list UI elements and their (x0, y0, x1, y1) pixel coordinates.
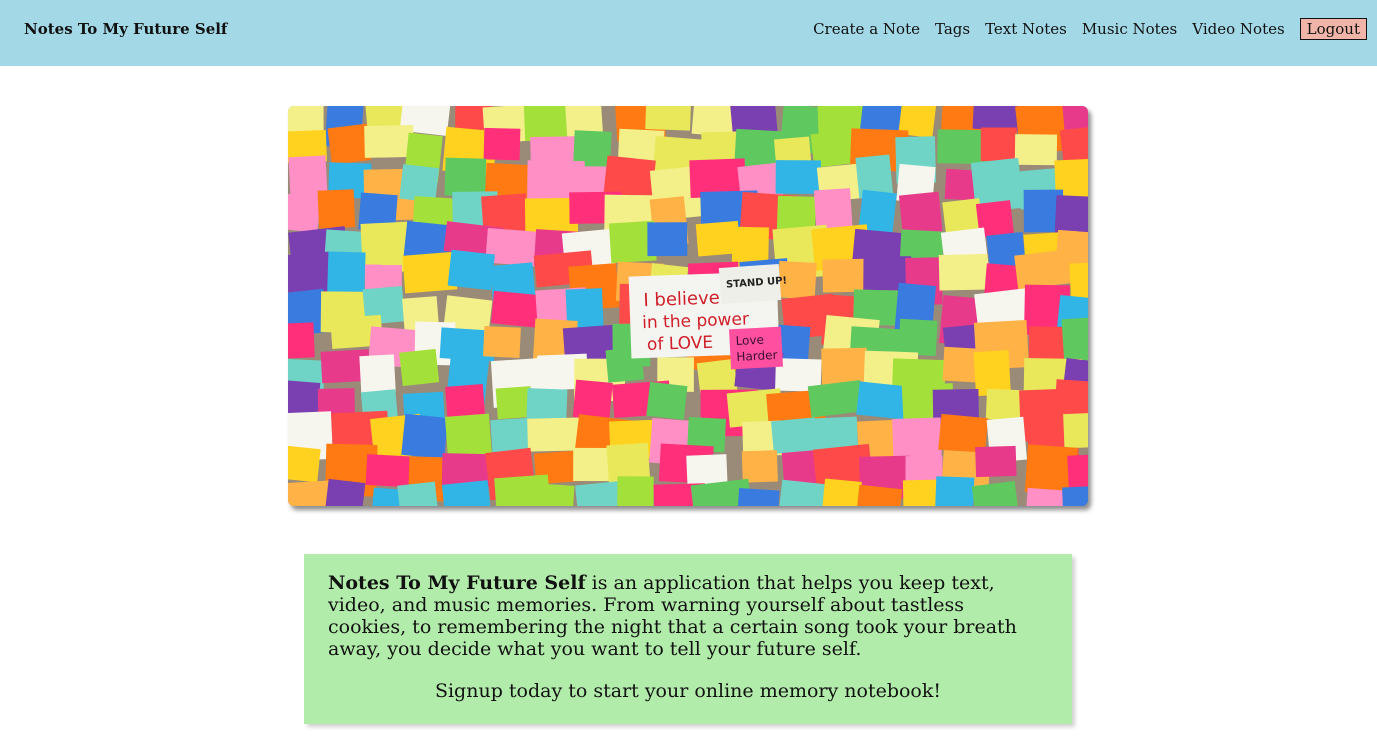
sticky-note-shape (647, 222, 688, 257)
sticky-note-shape (942, 198, 983, 233)
nav-music-notes[interactable]: Music Notes (1082, 20, 1177, 38)
intro-tagline: Signup today to start your online memory… (434, 680, 942, 702)
sticky-note-shape (572, 379, 613, 421)
sticky-note-shape (527, 417, 582, 452)
sticky-note-shape (401, 413, 449, 460)
sticky-note-shape (444, 157, 487, 197)
nav-create-note[interactable]: Create a Note (813, 20, 920, 38)
sticky-note-shape (526, 482, 575, 506)
center-note-line-1: I believe (643, 287, 720, 311)
intro-description: Notes To My Future Self is an applicatio… (328, 572, 1048, 660)
logout-button[interactable]: Logout (1299, 18, 1367, 40)
sticky-note-shape (646, 381, 688, 420)
stand-up-note: STAND UP! (718, 263, 787, 305)
sticky-note-shape (317, 189, 356, 229)
sticky-note-shape (934, 476, 975, 506)
sticky-note-shape (365, 454, 416, 488)
love-harder-note: Love Harder (728, 326, 784, 370)
sticky-note-shape (813, 188, 853, 231)
sticky-note-shape (856, 381, 908, 420)
sticky-note-shape (523, 106, 573, 141)
sticky-note-shape (1014, 248, 1076, 290)
brand-link[interactable]: Notes To My Future Self (24, 20, 227, 38)
sticky-note-shape (892, 417, 942, 460)
sticky-note-shape (741, 450, 778, 483)
nav-text-notes[interactable]: Text Notes (985, 20, 1067, 38)
sticky-note-shape (1062, 485, 1088, 506)
sticky-note-shape (980, 127, 1017, 162)
sticky-note-shape (288, 322, 315, 359)
love-harder-line-2: Harder (736, 348, 778, 364)
center-note-line-3: of LOVE (647, 333, 714, 355)
sticky-note-shape (1014, 134, 1058, 166)
sticky-notes-wall-photo: I believe in the power of LOVE STAND UP!… (288, 106, 1088, 506)
sticky-notes-hero-image: I believe in the power of LOVE STAND UP!… (288, 106, 1088, 506)
sticky-note-shape (483, 127, 521, 161)
sticky-note-shape (771, 417, 818, 454)
nav-links: Create a Note Tags Text Notes Music Note… (813, 18, 1367, 40)
nav-tags[interactable]: Tags (935, 20, 970, 38)
nav-video-notes[interactable]: Video Notes (1192, 20, 1284, 38)
love-harder-line-1: Love (735, 333, 764, 348)
sticky-note-shape (617, 476, 654, 506)
sticky-note-shape (1069, 261, 1088, 300)
sticky-note-shape (898, 318, 938, 356)
sticky-note-shape (975, 445, 1017, 478)
intro-app-name: Notes To My Future Self (328, 572, 586, 594)
sticky-note-shape (483, 325, 521, 358)
sticky-note-shape (364, 124, 414, 158)
sticky-note-shape (288, 445, 321, 483)
sticky-note-shape (323, 478, 366, 506)
sticky-note-shape (820, 478, 862, 506)
sticky-note-shape (736, 488, 780, 506)
sticky-note-shape (807, 380, 864, 418)
top-navbar: Notes To My Future Self Create a Note Ta… (0, 0, 1377, 66)
intro-panel: Notes To My Future Self is an applicatio… (304, 554, 1072, 724)
sticky-note-shape (447, 249, 495, 291)
sticky-note-shape (399, 348, 440, 387)
sticky-note-shape (359, 354, 396, 394)
sticky-note-shape (645, 106, 692, 131)
sticky-note-shape (938, 253, 989, 291)
sticky-note-shape (1063, 412, 1088, 449)
sticky-note-shape (397, 481, 440, 506)
sticky-note-shape (288, 193, 322, 233)
sticky-note-shape (775, 160, 821, 194)
